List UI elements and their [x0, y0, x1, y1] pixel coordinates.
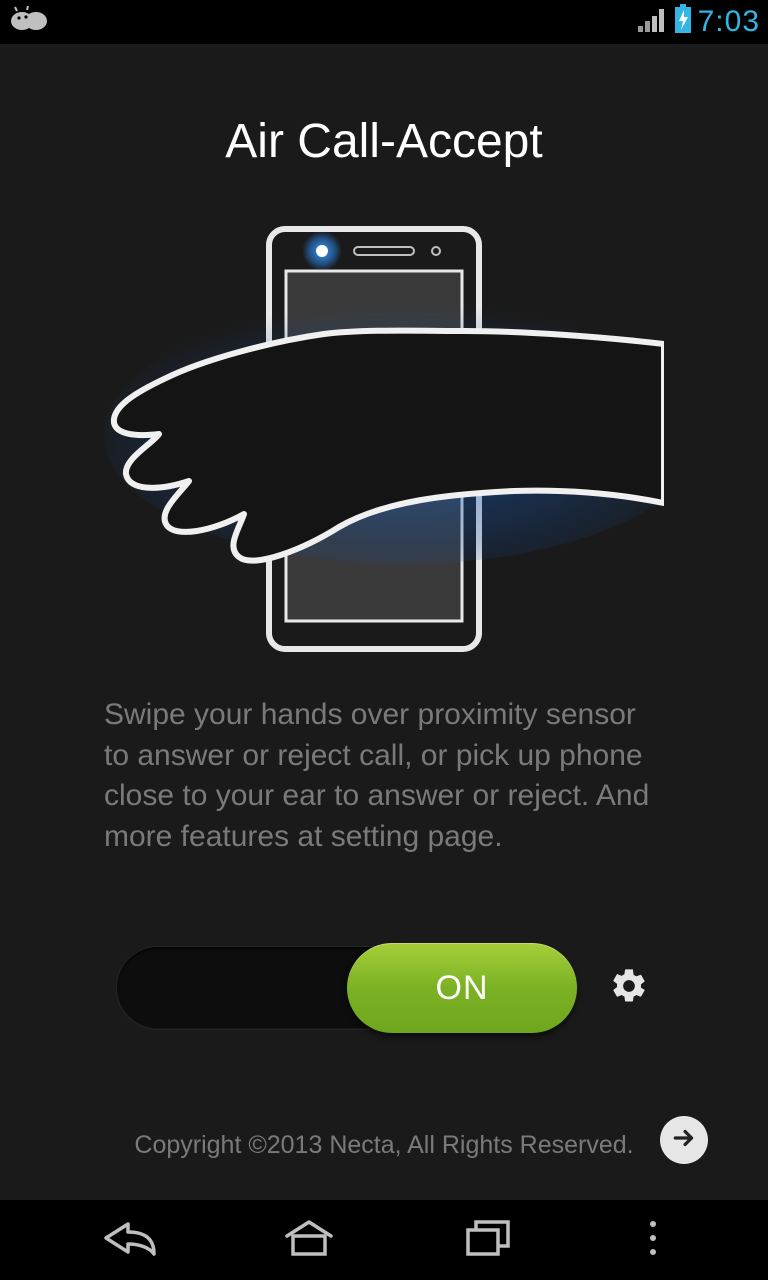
forward-button[interactable] [660, 1116, 708, 1164]
battery-charging-icon [674, 4, 692, 41]
status-clock: 7:03 [698, 5, 760, 39]
menu-dots-icon [647, 1218, 659, 1263]
feature-toggle[interactable]: ON [117, 947, 577, 1029]
copyright-text: Copyright ©2013 Necta, All Rights Reserv… [134, 1131, 633, 1160]
description-text: Swipe your hands over proximity sensor t… [104, 695, 664, 857]
toggle-thumb-on[interactable]: ON [347, 943, 577, 1033]
arrow-right-icon [671, 1125, 697, 1156]
home-button[interactable] [274, 1215, 344, 1265]
settings-button[interactable] [607, 966, 651, 1010]
menu-button[interactable] [633, 1215, 673, 1265]
toggle-row: ON [117, 947, 651, 1029]
gesture-illustration [104, 219, 664, 659]
main-content: Air Call-Accept [0, 44, 768, 1200]
signal-icon [638, 6, 668, 39]
back-icon [100, 1216, 160, 1265]
back-button[interactable] [95, 1215, 165, 1265]
android-debug-icon [8, 5, 52, 40]
recent-apps-icon [462, 1216, 516, 1265]
system-nav-bar [0, 1200, 768, 1280]
status-bar: 7:03 [0, 0, 768, 44]
toggle-label: ON [436, 969, 489, 1008]
gear-icon [609, 966, 649, 1011]
recent-apps-button[interactable] [454, 1215, 524, 1265]
footer-row: Copyright ©2013 Necta, All Rights Reserv… [0, 1131, 768, 1160]
status-left [8, 5, 52, 40]
home-icon [281, 1216, 337, 1265]
page-title: Air Call-Accept [225, 114, 542, 169]
